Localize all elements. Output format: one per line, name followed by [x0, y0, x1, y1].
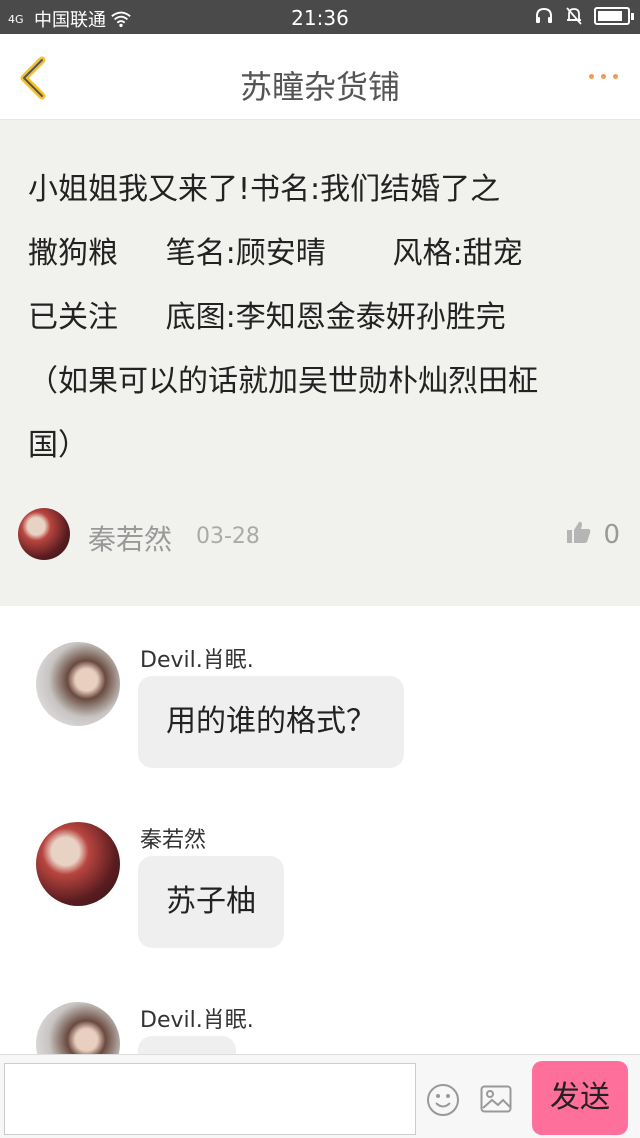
- send-button[interactable]: 发送: [532, 1061, 628, 1135]
- dot-icon: [613, 74, 618, 79]
- post-card: 小姐姐我又来了!书名:我们结婚了之 撒狗粮 笔名:顾安晴 风格:甜宠 已关注 底…: [0, 120, 640, 606]
- post-line: （如果可以的话就加吴世勋朴灿烈田柾: [28, 364, 538, 399]
- emoji-icon[interactable]: [426, 1083, 460, 1117]
- comment-username[interactable]: 秦若然: [140, 822, 206, 854]
- post-author[interactable]: 秦若然: [88, 518, 172, 558]
- mute-bell-icon: [566, 7, 582, 25]
- input-bar: 发送: [0, 1054, 640, 1138]
- comment-username[interactable]: Devil.肖眠.: [140, 1002, 254, 1034]
- thumbs-up-icon[interactable]: [566, 520, 592, 544]
- avatar[interactable]: [36, 822, 120, 906]
- comment-username[interactable]: Devil.肖眠.: [140, 642, 254, 674]
- status-right: [534, 6, 634, 26]
- avatar[interactable]: [18, 508, 70, 560]
- comment-list: Devil.肖眠. 用的谁的格式？ 秦若然 苏子柚 Devil.肖眠.: [0, 606, 640, 1054]
- avatar[interactable]: [36, 1002, 120, 1054]
- avatar[interactable]: [36, 642, 120, 726]
- more-options-button[interactable]: [589, 74, 618, 79]
- image-icon[interactable]: [480, 1085, 512, 1113]
- comment-bubble[interactable]: 用的谁的格式？: [138, 676, 404, 768]
- message-input[interactable]: [4, 1063, 416, 1135]
- like-count: 0: [603, 520, 620, 550]
- post-line: 小姐姐我又来了!书名:我们结婚了之: [28, 172, 501, 207]
- status-bar: 4G 中国联通 21:36: [0, 0, 640, 34]
- dot-icon: [589, 74, 594, 79]
- post-date: 03-28: [196, 524, 260, 549]
- post-line: 已关注 底图:李知恩金泰妍孙胜完: [28, 300, 506, 335]
- battery-fill: [598, 11, 622, 21]
- post-body: 小姐姐我又来了!书名:我们结婚了之 撒狗粮 笔名:顾安晴 风格:甜宠 已关注 底…: [28, 158, 628, 478]
- post-meta: 秦若然 03-28 0: [18, 506, 622, 562]
- comment-bubble[interactable]: 苏子柚: [138, 856, 284, 948]
- battery-icon: [594, 7, 634, 25]
- post-line: 撒狗粮 笔名:顾安晴 风格:甜宠: [28, 236, 523, 271]
- post-line: 国）: [28, 428, 88, 463]
- header: 苏瞳杂货铺: [0, 34, 640, 120]
- comment-bubble[interactable]: [138, 1036, 236, 1054]
- dot-icon: [601, 74, 606, 79]
- page-title: 苏瞳杂货铺: [239, 68, 400, 106]
- headset-icon: [536, 7, 552, 23]
